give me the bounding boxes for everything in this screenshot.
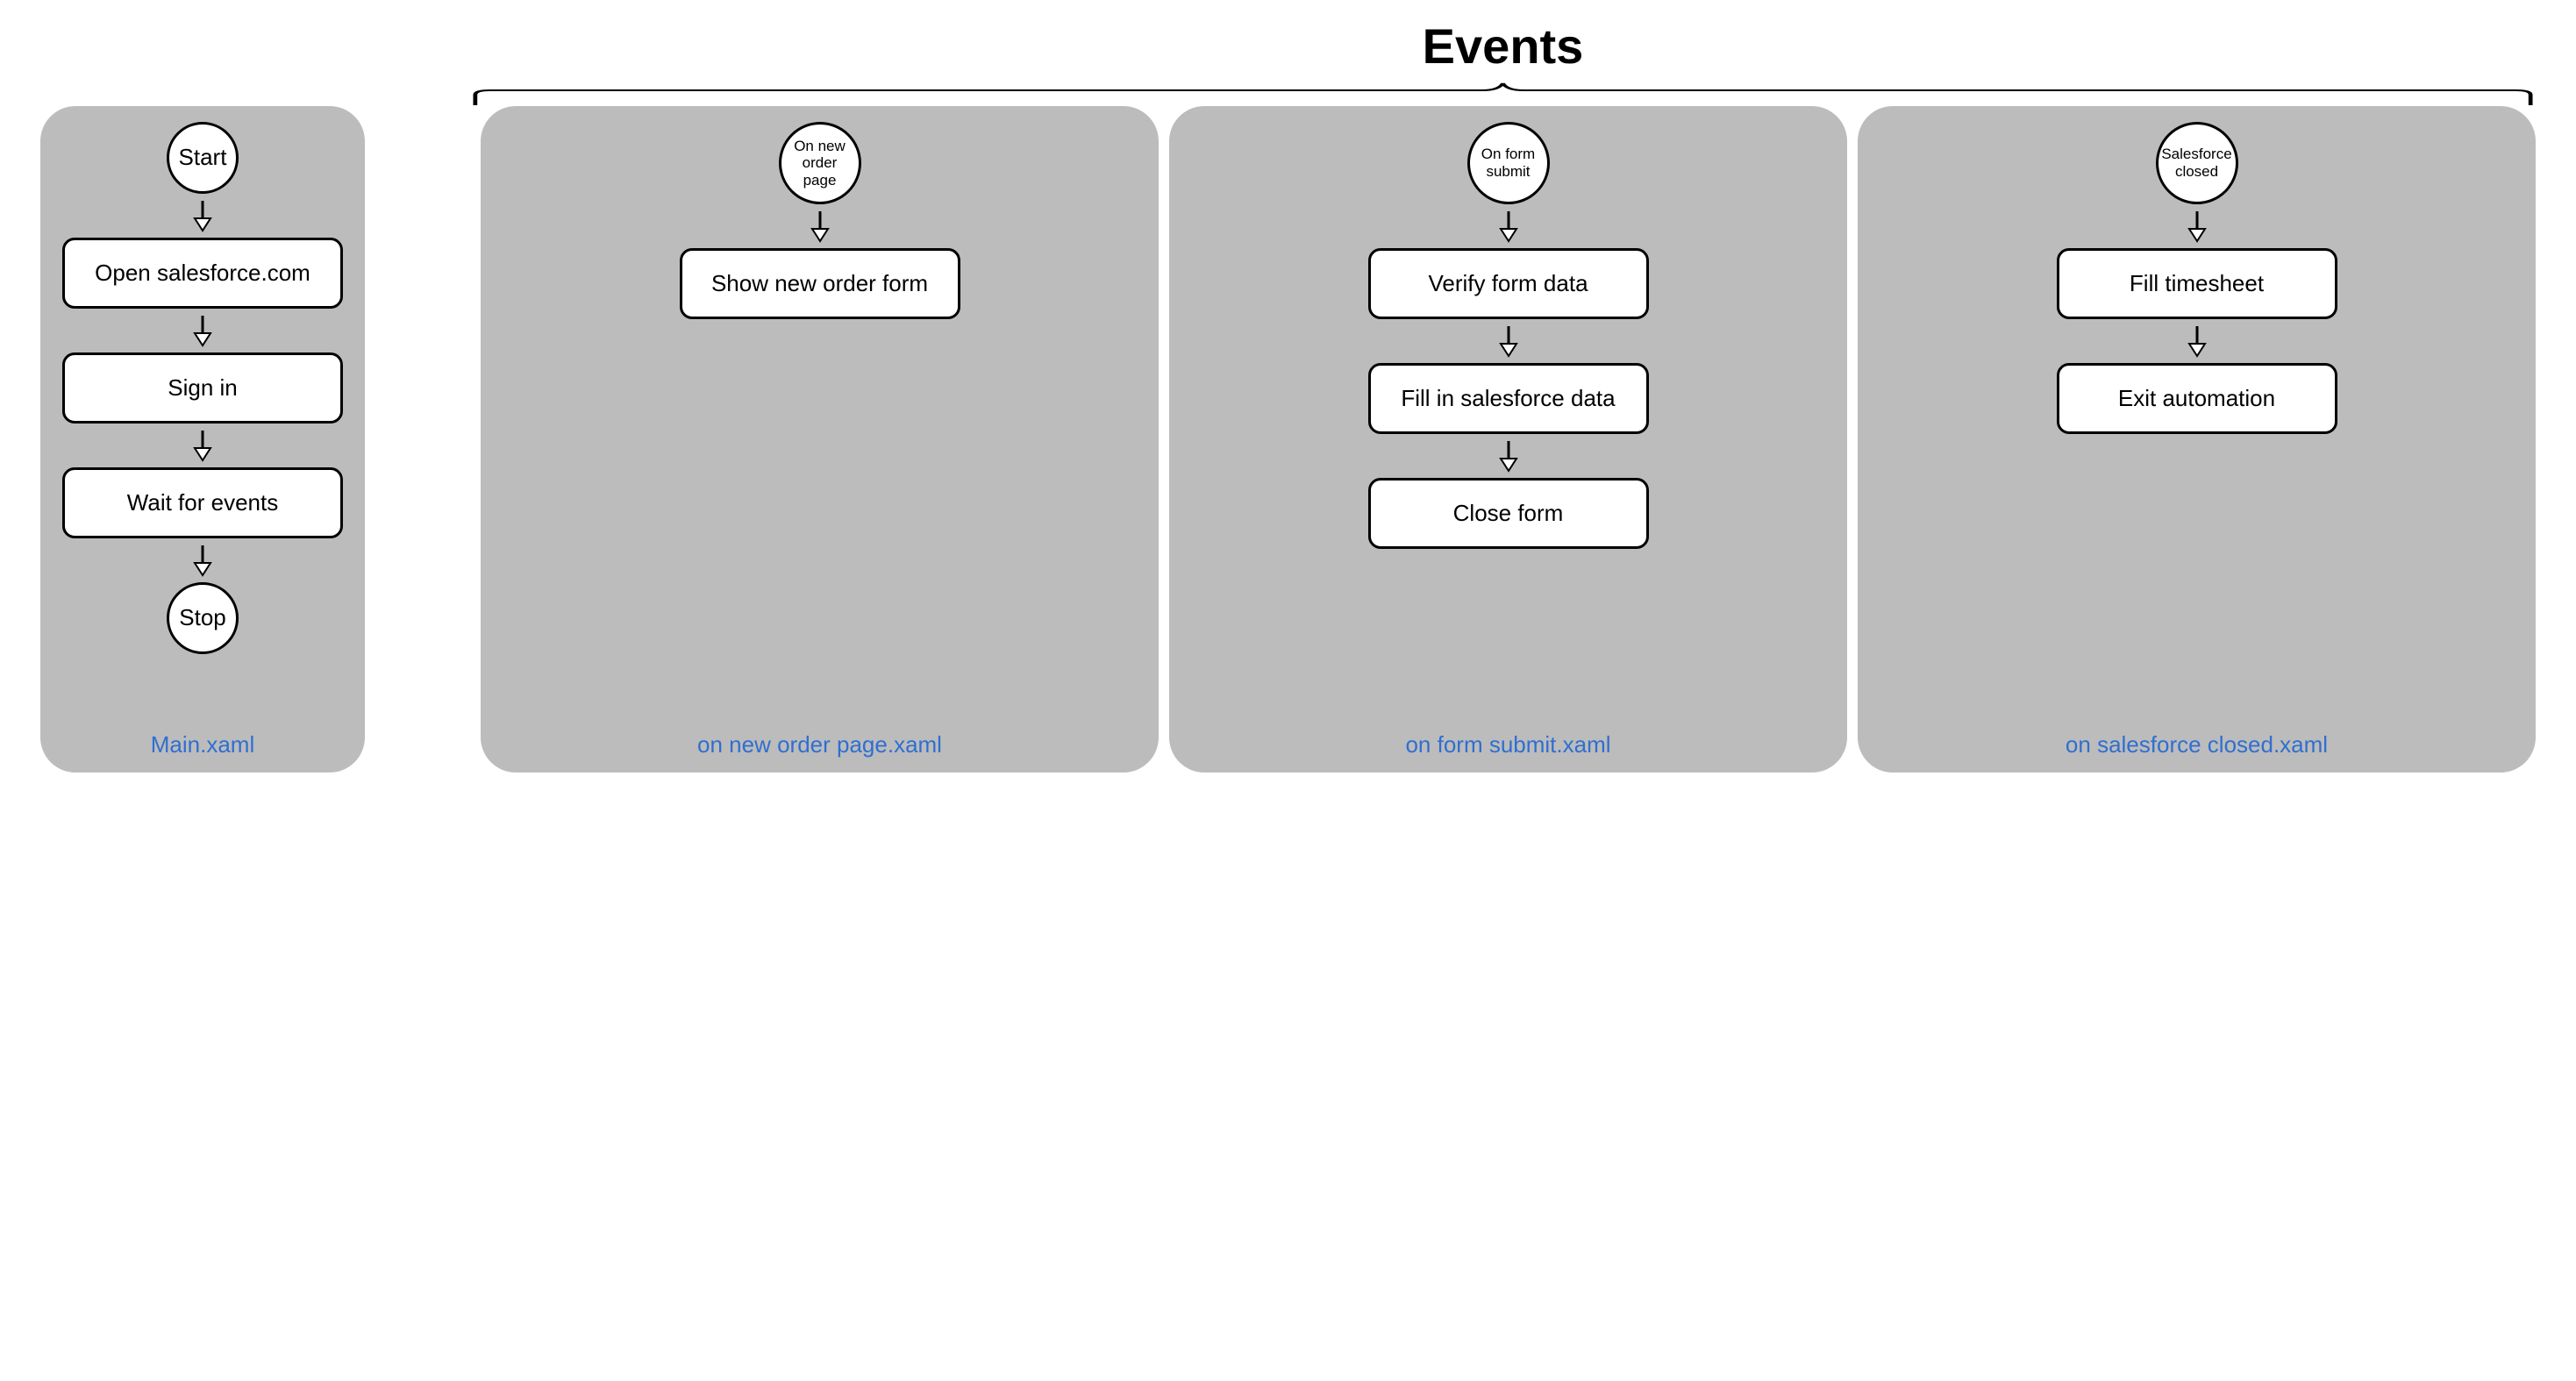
arrow-down-icon — [190, 544, 215, 577]
step-fill-salesforce-data: Fill in salesforce data — [1368, 363, 1649, 434]
panel-caption-main: Main.xaml — [151, 717, 254, 758]
panel-caption: on salesforce closed.xaml — [2066, 717, 2328, 758]
trigger-node: On new order page — [779, 122, 861, 204]
step-close-form: Close form — [1368, 478, 1649, 549]
step-show-new-order-form: Show new order form — [680, 248, 960, 319]
panel-main: Start Open salesforce.com Sign in — [40, 106, 365, 772]
stop-node: Stop — [167, 582, 239, 654]
step-label: Verify form data — [1428, 270, 1588, 296]
trigger-label: On new order page — [787, 138, 853, 189]
start-node: Start — [167, 122, 239, 194]
step-open-salesforce: Open salesforce.com — [62, 238, 343, 309]
step-verify-form-data: Verify form data — [1368, 248, 1649, 319]
step-label: Wait for events — [127, 489, 278, 516]
panel-caption: on new order page.xaml — [697, 717, 942, 758]
step-label: Close form — [1453, 500, 1564, 526]
step-exit-automation: Exit automation — [2057, 363, 2337, 434]
columns-row: Start Open salesforce.com Sign in — [35, 106, 2541, 772]
step-label: Fill in salesforce data — [1401, 385, 1615, 411]
trigger-node: On form submit — [1467, 122, 1550, 204]
trigger-label: Salesforce closed — [2161, 146, 2231, 180]
arrow-down-icon — [1496, 324, 1521, 358]
panel-on-form-submit: On form submit Verify form data Fill — [1169, 106, 1847, 772]
step-sign-in: Sign in — [62, 352, 343, 424]
step-label: Open salesforce.com — [95, 260, 310, 286]
panel-caption: on form submit.xaml — [1405, 717, 1610, 758]
brace-icon — [465, 82, 2541, 106]
arrow-down-icon — [190, 199, 215, 232]
events-header: Events — [465, 18, 2541, 106]
arrow-down-icon — [2185, 324, 2209, 358]
start-label: Start — [179, 145, 227, 171]
step-fill-timesheet: Fill timesheet — [2057, 248, 2337, 319]
step-label: Fill timesheet — [2130, 270, 2264, 296]
event-flow: Salesforce closed Fill timesheet Exi — [1875, 122, 2518, 434]
main-flow: Start Open salesforce.com Sign in — [58, 122, 347, 654]
arrow-down-icon — [2185, 210, 2209, 243]
panel-on-new-order-page: On new order page Show new order form on… — [481, 106, 1159, 772]
arrow-down-icon — [1496, 210, 1521, 243]
trigger-node: Salesforce closed — [2156, 122, 2238, 204]
step-label: Show new order form — [711, 270, 928, 296]
step-wait-for-events: Wait for events — [62, 467, 343, 538]
step-label: Exit automation — [2118, 385, 2275, 411]
step-label: Sign in — [168, 374, 238, 401]
event-flow: On new order page Show new order form — [498, 122, 1141, 319]
panel-salesforce-closed: Salesforce closed Fill timesheet Exi — [1858, 106, 2536, 772]
diagram-root: Events Start Open salesforce.com — [35, 18, 2541, 772]
column-gap — [370, 106, 475, 772]
arrow-down-icon — [190, 429, 215, 462]
trigger-label: On form submit — [1475, 146, 1542, 180]
stop-label: Stop — [179, 605, 226, 631]
arrow-down-icon — [1496, 439, 1521, 473]
arrow-down-icon — [808, 210, 832, 243]
event-flow: On form submit Verify form data Fill — [1187, 122, 1830, 549]
header-row: Events — [35, 18, 2541, 106]
events-title: Events — [1423, 18, 1584, 75]
arrow-down-icon — [190, 314, 215, 347]
events-group: On new order page Show new order form on… — [475, 106, 2541, 772]
